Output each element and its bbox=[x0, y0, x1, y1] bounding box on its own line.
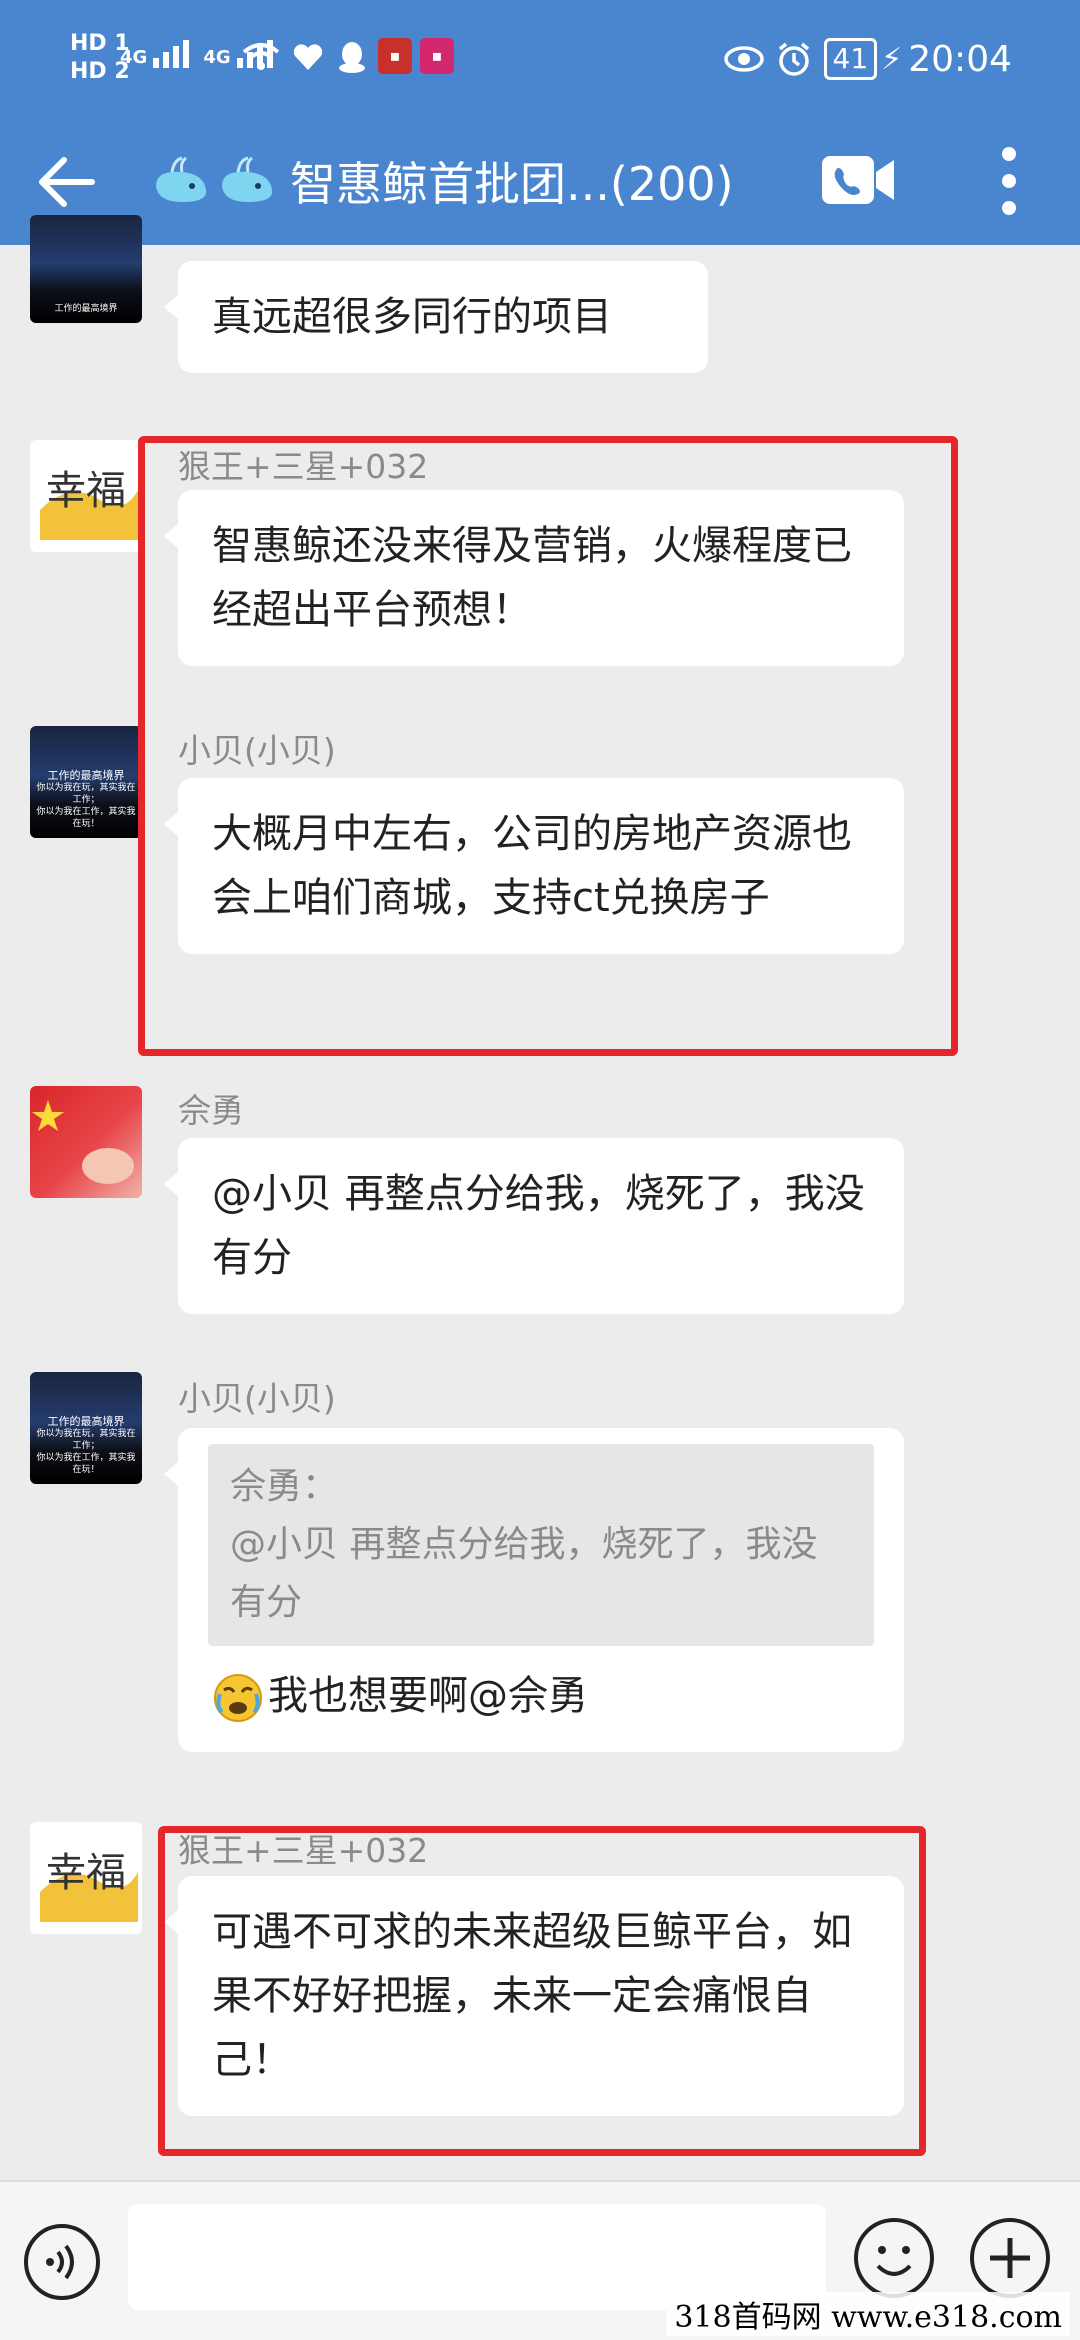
clock-time: 20:04 bbox=[908, 38, 1012, 80]
sender-name: 佘勇 bbox=[178, 1091, 244, 1130]
net2-label: 4G bbox=[203, 47, 231, 68]
message-bubble[interactable]: @小贝 再整点分给我，烧死了，我没有分 bbox=[164, 1138, 904, 1314]
svg-text:幸福: 幸福 bbox=[46, 468, 126, 514]
quote-text: @小贝 再整点分给我，烧死了，我没有分 bbox=[230, 1524, 818, 1623]
flag-avatar-icon bbox=[32, 1100, 134, 1184]
avatar-caption-line: 你以为我在工作，其实我在玩！ bbox=[36, 1453, 136, 1475]
app-notification-icon: ◼ bbox=[420, 38, 454, 74]
avatar[interactable]: 工作的最高境界 你以为我在玩，其实我在工作； 你以为我在工作，其实我在玩！ bbox=[30, 726, 142, 838]
message-bubble[interactable]: 大概月中左右，公司的房地产资源也会上咱们商城，支持ct兑换房子 bbox=[164, 778, 904, 954]
whale-icon bbox=[222, 156, 273, 202]
avatar[interactable]: 幸福 bbox=[30, 440, 142, 552]
avatar[interactable]: 幸福 bbox=[30, 1822, 142, 1934]
more-options-icon[interactable] bbox=[996, 142, 1022, 220]
sender-name: 狠王+三星+032 bbox=[178, 1831, 429, 1870]
charging-icon: ⚡ bbox=[881, 41, 903, 77]
battery-level: 41 bbox=[823, 38, 878, 80]
sender-name: 小贝(小贝) bbox=[178, 731, 336, 770]
happy-calligraphy-icon: 幸福 bbox=[40, 1850, 138, 1922]
avatar-caption: 工作的最高境界 你以为我在玩，其实我在工作； 你以为我在工作，其实我在玩！ bbox=[36, 1416, 136, 1476]
chat-title: 智惠鲸首批团...(200) bbox=[290, 157, 734, 211]
app-notification-icon: ◼ bbox=[378, 38, 412, 74]
whale-icon bbox=[156, 156, 207, 202]
avatar-caption: 工作的最高境界 bbox=[36, 303, 136, 315]
avatar-caption-line: 你以为我在工作，其实我在玩！ bbox=[36, 807, 136, 829]
chat-title-group[interactable]: 智惠鲸首批团...(200) bbox=[152, 146, 734, 216]
avatar[interactable]: 工作的最高境界 你以为我在玩，其实我在工作； 你以为我在工作，其实我在玩！ bbox=[30, 1372, 142, 1484]
signal-bars-1-icon bbox=[153, 40, 190, 68]
avatar-caption-line: 工作的最高境界 bbox=[47, 769, 125, 782]
reply-line: 我也想要啊@佘勇 bbox=[212, 1664, 870, 1728]
avatar-caption-line: 你以为我在玩，其实我在工作； bbox=[36, 1429, 136, 1451]
wifi-icon bbox=[242, 43, 280, 70]
avatar-caption: 工作的最高境界 你以为我在玩，其实我在工作； 你以为我在工作，其实我在玩！ bbox=[36, 770, 136, 830]
emoji-picker-icon[interactable] bbox=[852, 2216, 936, 2300]
heart-icon bbox=[293, 44, 323, 70]
reply-text: 我也想要啊@佘勇 bbox=[268, 1673, 588, 1719]
quoted-message[interactable]: 佘勇： @小贝 再整点分给我，烧死了，我没有分 bbox=[208, 1444, 874, 1646]
input-bar: 318首码网 www.e318.com bbox=[0, 2180, 1080, 2340]
quote-author: 佘勇： bbox=[230, 1466, 339, 1507]
net1-label: 4G bbox=[120, 47, 148, 68]
crying-emoji-icon bbox=[214, 1674, 262, 1722]
avatar-caption-line: 你以为我在玩，其实我在工作； bbox=[36, 783, 136, 805]
app-header: HD 1 HD 2 4G 4G ◼ ◼ 41 ⚡ 20:04 智惠鲸首批团...… bbox=[0, 0, 1080, 245]
qq-icon bbox=[339, 42, 365, 73]
add-attachment-icon[interactable] bbox=[968, 2216, 1052, 2300]
message-bubble[interactable]: 真远超很多同行的项目 bbox=[164, 261, 708, 373]
nav-bar: 智惠鲸首批团...(200) bbox=[0, 120, 1080, 245]
video-call-icon[interactable] bbox=[820, 152, 896, 208]
avatar[interactable] bbox=[30, 1086, 142, 1198]
message-bubble[interactable]: 可遇不可求的未来超级巨鲸平台，如果不好好把握，未来一定会痛恨自己！ bbox=[164, 1876, 904, 2116]
back-arrow-icon[interactable] bbox=[34, 150, 98, 214]
sender-name: 狠王+三星+032 bbox=[178, 447, 429, 486]
sender-name: 小贝(小贝) bbox=[178, 1379, 336, 1418]
message-bubble[interactable]: 智惠鲸还没来得及营销，火爆程度已经超出平台预想！ bbox=[164, 490, 904, 666]
avatar-caption-line: 工作的最高境界 bbox=[47, 1415, 125, 1428]
avatar[interactable]: 工作的最高境界 bbox=[30, 215, 142, 323]
message-bubble[interactable]: 佘勇： @小贝 再整点分给我，烧死了，我没有分 我也想要啊@佘勇 bbox=[164, 1428, 904, 1752]
alarm-icon bbox=[778, 42, 809, 76]
avatar-caption-line: 工作的最高境界 bbox=[54, 304, 118, 314]
status-right: 41 ⚡ 20:04 bbox=[723, 38, 1012, 80]
svg-text:幸福: 幸福 bbox=[46, 1850, 126, 1896]
eye-icon bbox=[723, 46, 764, 72]
voice-input-icon[interactable] bbox=[22, 2222, 102, 2302]
status-bar: HD 1 HD 2 4G 4G ◼ ◼ 41 ⚡ 20:04 bbox=[0, 0, 1080, 120]
happy-calligraphy-icon: 幸福 bbox=[40, 468, 138, 540]
watermark: 318首码网 www.e318.com bbox=[666, 2292, 1070, 2336]
